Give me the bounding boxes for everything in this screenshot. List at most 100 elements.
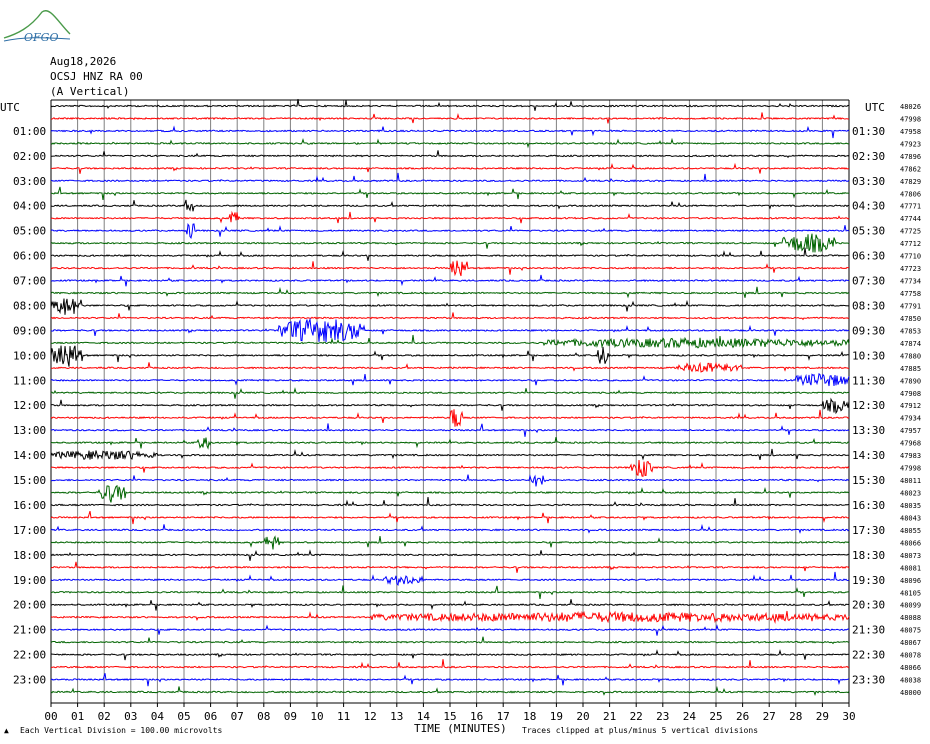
half-hour-label-right: 08:30 [852, 299, 885, 312]
x-axis-title: TIME (MINUTES) [414, 722, 507, 735]
x-tick-label: 01 [71, 710, 84, 723]
trace-offset-label: 47734 [900, 278, 921, 286]
trace-offset-label: 47923 [900, 140, 921, 148]
x-tick-label: 04 [151, 710, 165, 723]
hour-label-left: 03:00 [13, 175, 46, 188]
clip-note: Traces clipped at plus/minus 5 vertical … [522, 726, 759, 735]
x-tick-label: 09 [284, 710, 297, 723]
hour-label-left: 22:00 [13, 649, 46, 662]
trace-offset-label: 47862 [900, 165, 921, 173]
hour-label-left: 02:00 [13, 150, 46, 163]
trace-offset-label: 48055 [900, 527, 921, 535]
trace-offset-label: 48023 [900, 490, 921, 498]
trace-offset-label: 47908 [900, 390, 921, 398]
x-tick-label: 19 [550, 710, 563, 723]
x-tick-label: 23 [656, 710, 669, 723]
x-tick-label: 27 [763, 710, 776, 723]
trace-offset-label: 47958 [900, 128, 921, 136]
x-tick-label: 06 [204, 710, 217, 723]
trace-offset-label: 47710 [900, 253, 921, 261]
right-axis-label: UTC [865, 101, 885, 114]
scale-note: Each Vertical Division = 100.00 microvol… [20, 726, 223, 735]
hour-label-left: 09:00 [13, 324, 46, 337]
trace-offset-label: 47771 [900, 203, 921, 211]
trace-offset-label: 47934 [900, 415, 921, 423]
half-hour-label-right: 20:30 [852, 599, 885, 612]
trace-offset-label: 48035 [900, 502, 921, 510]
x-tick-label: 03 [124, 710, 137, 723]
x-tick-label: 28 [789, 710, 802, 723]
trace-offset-label: 48038 [900, 677, 921, 685]
x-tick-label: 21 [603, 710, 616, 723]
half-hour-label-right: 15:30 [852, 474, 885, 487]
helicorder-plot: UTC UTC 01:00 02:00 03:00 04:00 05:00 06:00 07:0… [0, 99, 921, 723]
half-hour-label-right: 16:30 [852, 499, 885, 512]
trace-offset-label: 48105 [900, 589, 921, 597]
left-axis-label: UTC [0, 101, 20, 114]
half-hour-label-right: 10:30 [852, 349, 885, 362]
trace-offset-label: 48075 [900, 627, 921, 635]
half-hour-label-right: 21:30 [852, 624, 885, 637]
hour-label-left: 04:00 [13, 200, 46, 213]
trace-offset-label: 47957 [900, 427, 921, 435]
trace-offset-label: 47850 [900, 315, 921, 323]
trace-offset-label: 47890 [900, 377, 921, 385]
trace-offset-label: 47853 [900, 327, 921, 335]
trace-offset-label: 48067 [900, 639, 921, 647]
trace-offset-label: 47829 [900, 178, 921, 186]
trace-offset-label: 47744 [900, 215, 921, 223]
hour-label-left: 23:00 [13, 674, 46, 687]
trace-offset-label: 47968 [900, 440, 921, 448]
scale-note-icon: ▲ [4, 726, 9, 735]
trace-offset-top: 48026 [900, 103, 921, 111]
x-tick-label: 13 [390, 710, 403, 723]
half-hour-label-right: 02:30 [852, 150, 885, 163]
x-tick-label: 18 [523, 710, 536, 723]
half-hour-label-right: 01:30 [852, 125, 885, 138]
hour-label-left: 21:00 [13, 624, 46, 637]
trace-offset-label: 48066 [900, 539, 921, 547]
x-tick-label: 08 [257, 710, 270, 723]
x-tick-label: 11 [337, 710, 350, 723]
x-tick-label: 12 [364, 710, 377, 723]
hour-label-left: 06:00 [13, 250, 46, 263]
trace-offset-label: 48088 [900, 614, 921, 622]
x-tick-label: 02 [98, 710, 111, 723]
half-hour-label-right: 19:30 [852, 574, 885, 587]
hour-label-left: 12:00 [13, 399, 46, 412]
trace-offset-label: 48081 [900, 564, 921, 572]
half-hour-label-right: 09:30 [852, 324, 885, 337]
hour-label-left: 16:00 [13, 499, 46, 512]
trace-offset-label: 47998 [900, 465, 921, 473]
half-hour-label-right: 06:30 [852, 250, 885, 263]
x-tick-label: 22 [630, 710, 643, 723]
trace-offset-label: 48078 [900, 652, 921, 660]
half-hour-label-right: 05:30 [852, 225, 885, 238]
trace-offset-label: 47791 [900, 302, 921, 310]
hour-label-left: 13:00 [13, 424, 46, 437]
hour-label-left: 17:00 [13, 524, 46, 537]
x-tick-label: 05 [177, 710, 190, 723]
trace-offset-label: 48066 [900, 664, 921, 672]
x-tick-label: 25 [709, 710, 722, 723]
hour-label-left: 15:00 [13, 474, 46, 487]
half-hour-label-right: 13:30 [852, 424, 885, 437]
hour-label-left: 01:00 [13, 125, 46, 138]
helicorder-display: OFGO Aug18,2026 OCSJ HNZ RA 00 (A Vertic… [0, 0, 930, 744]
half-hour-label-right: 07:30 [852, 275, 885, 288]
trace-offset-label: 47880 [900, 352, 921, 360]
trace-offset-label: 48000 [900, 689, 921, 697]
half-hour-label-right: 18:30 [852, 549, 885, 562]
trace-offset-label: 47885 [900, 365, 921, 373]
trace-offset-label: 47725 [900, 228, 921, 236]
x-tick-label: 00 [44, 710, 57, 723]
trace-offset-label: 48011 [900, 477, 921, 485]
trace-offset-label: 47912 [900, 402, 921, 410]
half-hour-label-right: 14:30 [852, 449, 885, 462]
x-tick-label: 26 [736, 710, 749, 723]
trace-offset-label: 48096 [900, 577, 921, 585]
hour-label-left: 20:00 [13, 599, 46, 612]
half-hour-label-right: 04:30 [852, 200, 885, 213]
trace-offset-label: 48099 [900, 602, 921, 610]
half-hour-label-right: 22:30 [852, 649, 885, 662]
